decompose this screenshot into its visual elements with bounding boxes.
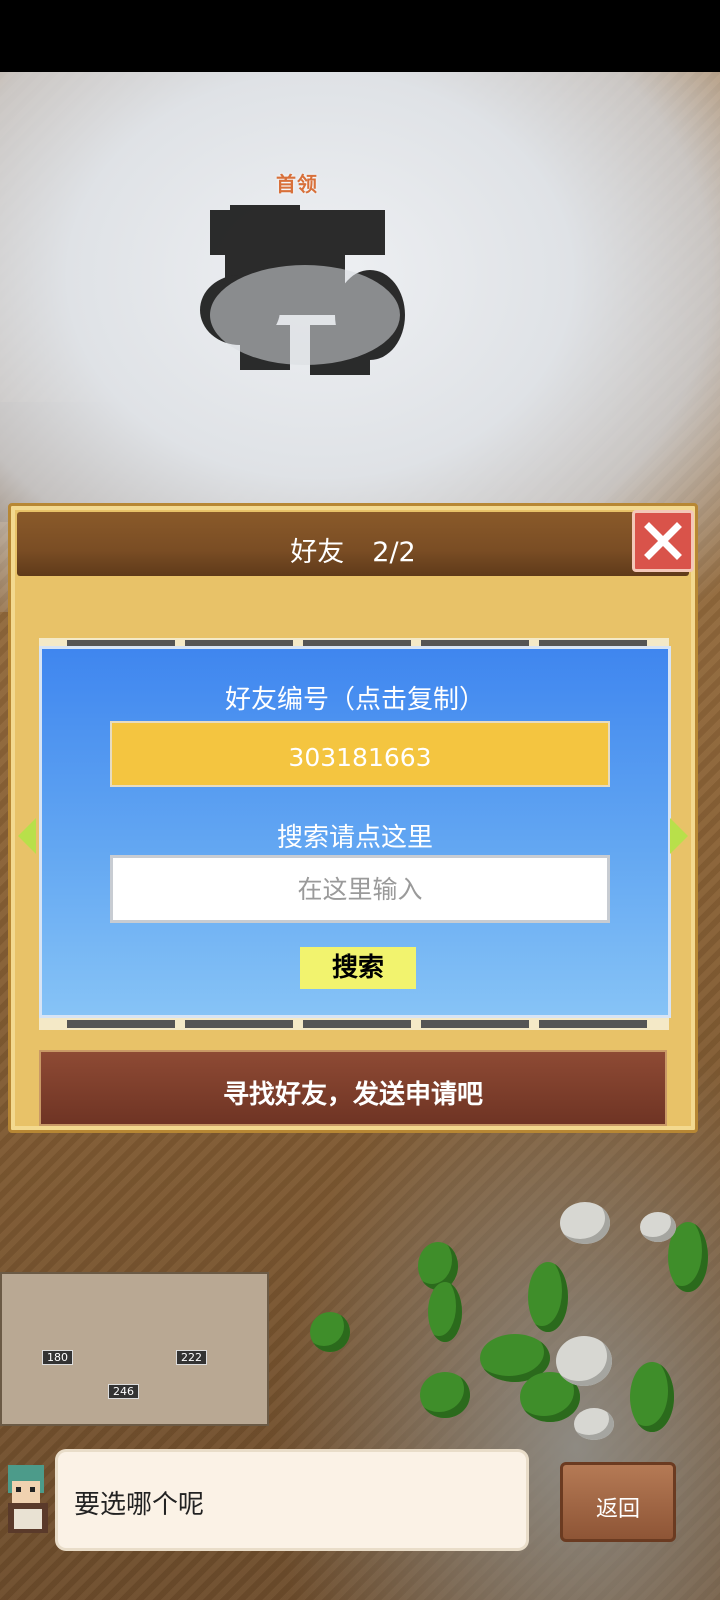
boss-silhouette[interactable]	[200, 205, 410, 380]
search-input[interactable]	[110, 855, 610, 923]
tab-strip-bottom	[39, 1018, 669, 1030]
tree	[418, 1242, 458, 1290]
tree	[310, 1312, 350, 1352]
building-label: 222	[176, 1350, 207, 1365]
search-button[interactable]: 搜索	[300, 947, 416, 989]
friend-id-value: 303181663	[288, 743, 432, 772]
back-button-label: 返回	[595, 1497, 640, 1522]
rock	[640, 1212, 676, 1242]
building-label: 180	[42, 1350, 73, 1365]
next-page-arrow-icon[interactable]	[670, 818, 688, 854]
friend-search-panel: 好友编号（点击复制） 303181663 搜索请点这里 搜索	[39, 646, 671, 1018]
dialog-title-text: 好友	[290, 537, 345, 568]
boss-label: 首领	[276, 172, 318, 196]
castle-buildings[interactable]	[0, 1272, 269, 1426]
rock	[556, 1336, 612, 1386]
rock	[574, 1408, 614, 1440]
find-friends-bar[interactable]: 寻找好友，发送申请吧	[39, 1050, 667, 1126]
character-avatar	[8, 1465, 48, 1533]
close-button[interactable]	[632, 510, 694, 572]
tree	[528, 1262, 568, 1332]
close-icon	[644, 522, 682, 560]
tree	[420, 1372, 470, 1418]
friend-id-copy-button[interactable]: 303181663	[110, 721, 610, 787]
dialog-title: 好友 2/2	[17, 530, 689, 569]
speech-bubble: 要选哪个呢	[58, 1452, 526, 1548]
prev-page-arrow-icon[interactable]	[18, 818, 36, 854]
rock	[560, 1202, 610, 1244]
find-friends-text: 寻找好友，发送申请吧	[222, 1080, 483, 1110]
dialog-header: 好友 2/2	[17, 512, 689, 576]
status-bar	[0, 0, 720, 72]
speech-text: 要选哪个呢	[74, 1490, 205, 1520]
friends-dialog: 好友 2/2 好友编号（点击复制） 303181663 搜索请点这里 搜索 寻找好…	[8, 503, 698, 1133]
page-indicator: 2/2	[372, 537, 416, 568]
friend-id-label: 好友编号（点击复制）	[224, 685, 485, 715]
tree	[630, 1362, 674, 1432]
back-button[interactable]: 返回	[560, 1462, 676, 1542]
tree	[428, 1282, 462, 1342]
building-label: 246	[108, 1384, 139, 1399]
search-label: 搜索请点这里	[276, 823, 433, 853]
